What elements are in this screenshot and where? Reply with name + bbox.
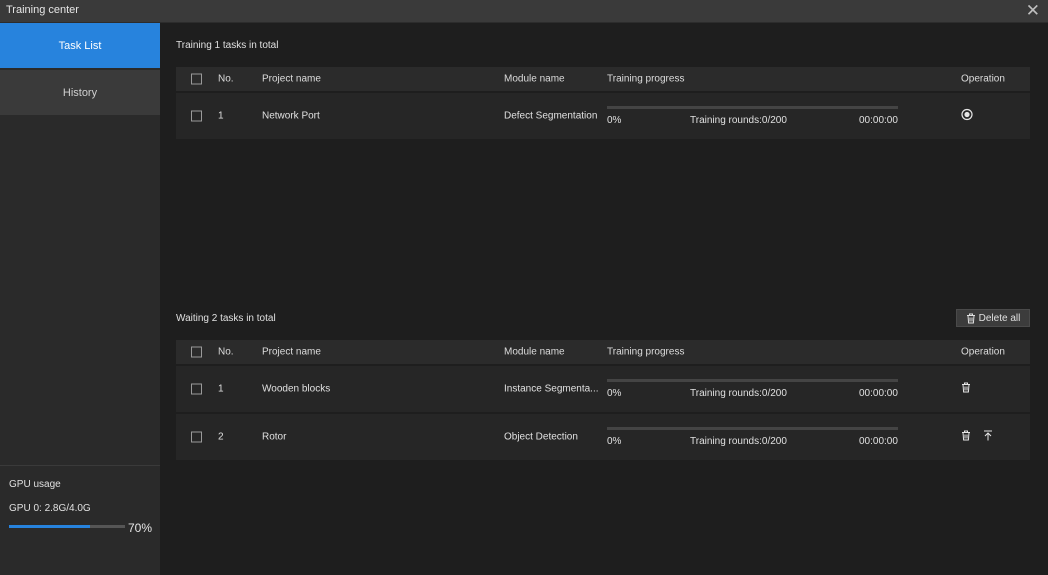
trash-icon: [966, 313, 975, 323]
row-checkbox[interactable]: [191, 110, 202, 122]
sidebar: Task List History GPU usage GPU 0: 2.8G/…: [0, 23, 160, 575]
stop-icon[interactable]: [961, 108, 973, 124]
table-header: No. Project name Module name Training pr…: [176, 340, 1030, 364]
row-checkbox[interactable]: [191, 431, 202, 443]
training-rounds: Training rounds:0/200: [690, 388, 787, 399]
training-progress: 0% Training rounds:0/200 00:00:00: [607, 427, 898, 447]
header-training-progress: Training progress: [607, 73, 685, 85]
header-module-name: Module name: [504, 73, 565, 85]
header-operation: Operation: [961, 73, 1005, 85]
header-no: No.: [218, 346, 234, 358]
progress-percent: 0%: [607, 436, 622, 447]
header-training-progress: Training progress: [607, 346, 685, 358]
gpu-usage-panel: GPU usage GPU 0: 2.8G/4.0G 70%: [0, 465, 160, 535]
waiting-section-title: Waiting 2 tasks in total: [176, 313, 276, 324]
progress-percent: 0%: [607, 115, 622, 126]
sidebar-item-history[interactable]: History: [0, 70, 160, 115]
gpu-usage-percent: 70%: [128, 521, 153, 535]
table-row: 2 Rotor Object Detection 0% Training rou…: [176, 414, 1030, 460]
row-no: 1: [218, 383, 224, 395]
header-no: No.: [218, 73, 234, 85]
row-module-name: Defect Segmentation: [504, 110, 598, 122]
gpu-usage-label: GPU usage: [9, 479, 61, 490]
header-operation: Operation: [961, 346, 1005, 358]
close-icon[interactable]: ✕: [1026, 1, 1040, 21]
row-checkbox[interactable]: [191, 383, 202, 395]
header-project-name: Project name: [262, 73, 321, 85]
sidebar-item-task-list[interactable]: Task List: [0, 23, 160, 68]
title-bar: Training center ✕: [0, 0, 1048, 23]
elapsed-time: 00:00:00: [859, 436, 898, 447]
delete-all-label: Delete all: [978, 312, 1021, 324]
select-all-checkbox[interactable]: [191, 346, 202, 358]
table-row: 1 Network Port Defect Segmentation 0% Tr…: [176, 93, 1030, 139]
progress-bar: [607, 379, 898, 382]
row-project-name: Wooden blocks: [262, 383, 331, 395]
progress-percent: 0%: [607, 388, 622, 399]
elapsed-time: 00:00:00: [859, 388, 898, 399]
training-rounds: Training rounds:0/200: [690, 115, 787, 126]
trash-icon[interactable]: [961, 430, 971, 444]
progress-bar: [607, 106, 898, 109]
sidebar-item-label: History: [62, 86, 98, 99]
training-rounds: Training rounds:0/200: [690, 436, 787, 447]
header-module-name: Module name: [504, 346, 565, 358]
move-to-top-icon[interactable]: [983, 430, 993, 444]
gpu-usage-bar: [9, 525, 125, 528]
row-module-name: Instance Segmenta...: [504, 383, 599, 395]
table-header: No. Project name Module name Training pr…: [176, 67, 1030, 91]
gpu-usage-bar-fill: [9, 525, 91, 528]
select-all-checkbox[interactable]: [191, 73, 202, 85]
row-no: 1: [218, 110, 224, 122]
delete-all-button[interactable]: Delete all: [956, 309, 1030, 327]
training-progress: 0% Training rounds:0/200 00:00:00: [607, 106, 898, 126]
training-table: No. Project name Module name Training pr…: [176, 67, 1030, 139]
progress-bar: [607, 427, 898, 430]
main-content: Training 1 tasks in total No. Project na…: [160, 23, 1048, 575]
window-title: Training center: [6, 4, 79, 16]
table-row: 1 Wooden blocks Instance Segmenta... 0% …: [176, 366, 1030, 412]
row-no: 2: [218, 431, 224, 443]
row-module-name: Object Detection: [504, 431, 578, 443]
training-section-title: Training 1 tasks in total: [176, 40, 279, 51]
row-project-name: Network Port: [262, 110, 320, 122]
trash-icon[interactable]: [961, 382, 971, 396]
waiting-table: No. Project name Module name Training pr…: [176, 340, 1030, 460]
header-project-name: Project name: [262, 346, 321, 358]
training-progress: 0% Training rounds:0/200 00:00:00: [607, 379, 898, 399]
sidebar-item-label: Task List: [58, 39, 102, 52]
row-project-name: Rotor: [262, 431, 287, 443]
elapsed-time: 00:00:00: [859, 115, 898, 126]
gpu-device-label: GPU 0: 2.8G/4.0G: [9, 503, 91, 514]
